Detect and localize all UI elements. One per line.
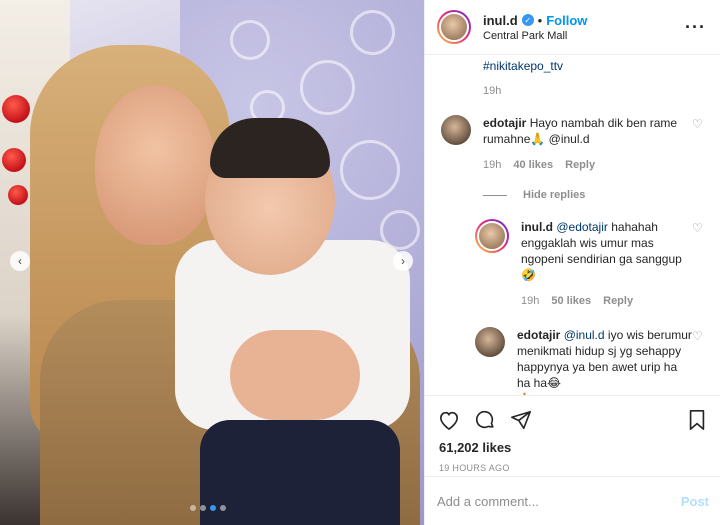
- post-photo[interactable]: ‹ ›: [0, 0, 424, 525]
- reply-item: edotajir @inul.d iyo wis berumur menikma…: [475, 327, 704, 395]
- hide-replies-label: Hide replies: [523, 189, 586, 201]
- like-reply-heart-icon[interactable]: ♡: [692, 329, 704, 395]
- next-photo-button[interactable]: ›: [393, 251, 413, 271]
- caption-hashtag[interactable]: #nikitakepo_ttv: [441, 59, 704, 73]
- reply-likes[interactable]: 50 likes: [551, 293, 591, 309]
- author-avatar[interactable]: [437, 10, 471, 44]
- divider-line: [483, 194, 507, 196]
- posted-time: 19 HOURS AGO: [439, 463, 510, 473]
- chevron-right-icon: ›: [401, 254, 405, 268]
- chevron-left-icon: ‹: [18, 254, 22, 268]
- comment-username[interactable]: edotajir: [483, 116, 526, 130]
- comments-section: #nikitakepo_ttv 19h edotajir Hayo nambah…: [425, 55, 720, 395]
- post-details-panel: inul.d ✓ • Follow Central Park Mall ··· …: [424, 0, 720, 525]
- red-lantern: [2, 95, 30, 123]
- comment-bubble-icon[interactable]: [473, 408, 497, 432]
- comment-likes[interactable]: 40 likes: [513, 157, 553, 173]
- wall-pattern-ring: [230, 20, 270, 60]
- wall-pattern-ring: [340, 140, 400, 200]
- like-comment-heart-icon[interactable]: ♡: [692, 117, 704, 173]
- post-actions: 61,202 likes 19 HOURS AGO: [425, 395, 720, 473]
- author-username[interactable]: inul.d: [483, 13, 518, 28]
- reply-time: 19h: [521, 295, 540, 307]
- verified-badge-icon: ✓: [521, 14, 534, 26]
- wall-pattern-ring: [350, 10, 395, 55]
- wall-pattern-ring: [300, 60, 355, 115]
- baby-hair: [210, 118, 330, 178]
- more-options-icon[interactable]: ···: [685, 18, 706, 36]
- comment-input[interactable]: [437, 493, 681, 509]
- reply-username[interactable]: inul.d: [521, 220, 553, 234]
- like-heart-icon[interactable]: [437, 408, 461, 432]
- likes-count[interactable]: 61,202 likes: [437, 440, 709, 455]
- comment-time: 19h: [483, 159, 502, 171]
- carousel-dot: [200, 505, 206, 511]
- carousel-indicator: [190, 505, 226, 511]
- share-paper-plane-icon[interactable]: [509, 408, 533, 432]
- carousel-dot-active: [210, 505, 216, 511]
- reply-username[interactable]: edotajir: [517, 328, 560, 342]
- reply-mention[interactable]: @inul.d: [564, 328, 605, 342]
- hide-replies-button[interactable]: Hide replies: [441, 189, 704, 201]
- previous-photo-button[interactable]: ‹: [10, 251, 30, 271]
- add-comment-bar: Post: [425, 476, 720, 525]
- reply-mention[interactable]: @edotajir: [556, 220, 608, 234]
- separator-dot: •: [537, 12, 543, 28]
- comment-item: edotajir Hayo nambah dik ben rame rumahn…: [441, 115, 704, 173]
- save-bookmark-icon[interactable]: [685, 408, 709, 432]
- reply-button[interactable]: Reply: [603, 293, 633, 309]
- follow-button[interactable]: Follow: [546, 13, 587, 28]
- post-location[interactable]: Central Park Mall: [483, 30, 685, 42]
- commenter-avatar[interactable]: [441, 115, 471, 145]
- replier-avatar[interactable]: [475, 219, 509, 253]
- reply-item: inul.d @edotajir hahahah enggaklah wis u…: [475, 219, 704, 309]
- woman-hand: [230, 330, 360, 420]
- baby-pants: [200, 420, 400, 525]
- carousel-dot: [220, 505, 226, 511]
- post-header: inul.d ✓ • Follow Central Park Mall ···: [425, 0, 720, 55]
- carousel-dot: [190, 505, 196, 511]
- red-lantern: [2, 148, 26, 172]
- woman-face: [95, 85, 215, 245]
- replier-avatar[interactable]: [475, 327, 505, 357]
- post-comment-button[interactable]: Post: [681, 494, 709, 509]
- red-lantern: [8, 185, 28, 205]
- caption-time: 19h: [483, 85, 502, 97]
- reply-button[interactable]: Reply: [565, 157, 595, 173]
- like-reply-heart-icon[interactable]: ♡: [692, 221, 704, 309]
